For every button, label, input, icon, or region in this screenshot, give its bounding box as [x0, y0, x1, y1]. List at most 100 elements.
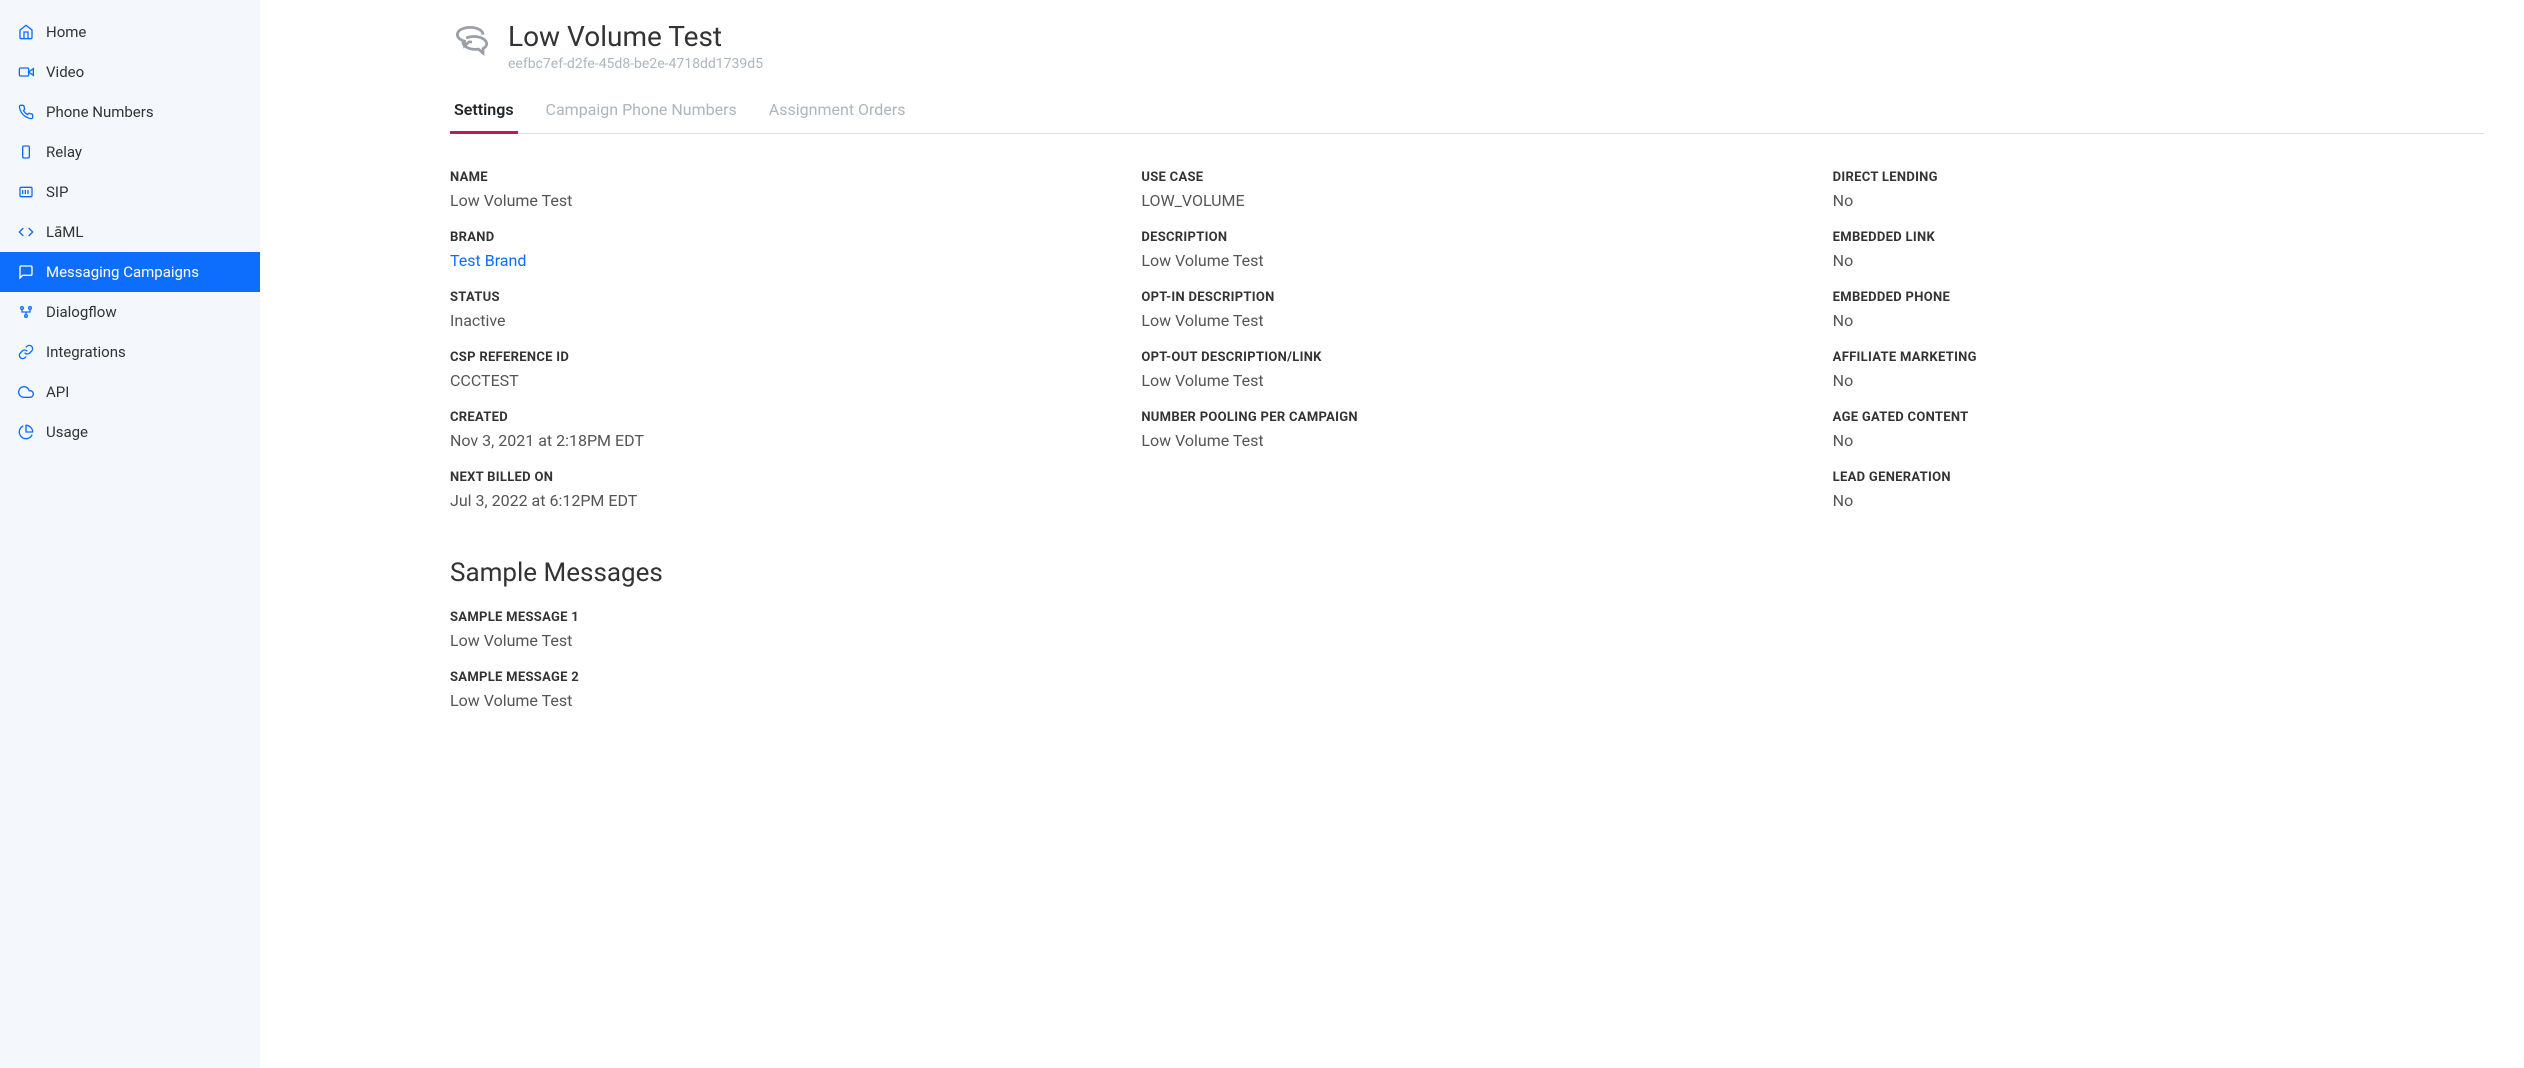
field-label: LEAD GENERATION — [1833, 470, 2484, 485]
field-label: EMBEDDED PHONE — [1833, 290, 2484, 305]
sidebar-item-label: LāML — [46, 223, 83, 241]
field-number-pooling: NUMBER POOLING PER CAMPAIGN Low Volume T… — [1141, 410, 1792, 450]
field-affiliate-marketing: AFFILIATE MARKETING No — [1833, 350, 2484, 390]
field-value: Low Volume Test — [1141, 311, 1792, 330]
field-value: No — [1833, 191, 2484, 210]
field-value: No — [1833, 311, 2484, 330]
sidebar-item-messaging-campaigns[interactable]: Messaging Campaigns — [0, 252, 260, 292]
field-value: Low Volume Test — [1141, 371, 1792, 390]
field-label: NEXT BILLED ON — [450, 470, 1101, 485]
sidebar-item-label: SIP — [46, 183, 68, 201]
field-label: BRAND — [450, 230, 1101, 245]
field-label: OPT-IN DESCRIPTION — [1141, 290, 1792, 305]
details-grid: NAME Low Volume Test BRAND Test Brand ST… — [450, 170, 2484, 530]
field-value: No — [1833, 491, 2484, 510]
field-label: NUMBER POOLING PER CAMPAIGN — [1141, 410, 1792, 425]
field-value: Jul 3, 2022 at 6:12PM EDT — [450, 491, 1101, 510]
dialogflow-icon — [16, 302, 36, 322]
tabs: Settings Campaign Phone Numbers Assignme… — [450, 90, 2484, 134]
sidebar-item-usage[interactable]: Usage — [0, 412, 260, 452]
field-lead-generation: LEAD GENERATION No — [1833, 470, 2484, 510]
field-status: STATUS Inactive — [450, 290, 1101, 330]
message-icon — [16, 262, 36, 282]
field-label: USE CASE — [1141, 170, 1792, 185]
sidebar-item-label: Dialogflow — [46, 303, 117, 321]
field-label: STATUS — [450, 290, 1101, 305]
sidebar-item-label: Video — [46, 63, 84, 81]
field-value: No — [1833, 371, 2484, 390]
field-use-case: USE CASE LOW_VOLUME — [1141, 170, 1792, 210]
field-value: No — [1833, 431, 2484, 450]
sidebar-item-label: Usage — [46, 423, 88, 441]
field-value: Low Volume Test — [450, 691, 2484, 710]
cloud-icon — [16, 382, 36, 402]
field-next-billed-on: NEXT BILLED ON Jul 3, 2022 at 6:12PM EDT — [450, 470, 1101, 510]
page-title: Low Volume Test — [508, 20, 763, 54]
field-brand: BRAND Test Brand — [450, 230, 1101, 270]
sidebar: Home Video Phone Numbers Relay SIP LāML … — [0, 0, 260, 1068]
field-embedded-link: EMBEDDED LINK No — [1833, 230, 2484, 270]
field-age-gated-content: AGE GATED CONTENT No — [1833, 410, 2484, 450]
sidebar-item-sip[interactable]: SIP — [0, 172, 260, 212]
sidebar-item-relay[interactable]: Relay — [0, 132, 260, 172]
page-subtitle: eefbc7ef-d2fe-45d8-be2e-4718dd1739d5 — [508, 56, 763, 72]
field-direct-lending: DIRECT LENDING No — [1833, 170, 2484, 210]
sidebar-item-label: Integrations — [46, 343, 126, 361]
field-csp-reference-id: CSP REFERENCE ID CCCTEST — [450, 350, 1101, 390]
field-value: Low Volume Test — [450, 631, 2484, 650]
field-value: No — [1833, 251, 2484, 270]
field-label: AGE GATED CONTENT — [1833, 410, 2484, 425]
field-label: CREATED — [450, 410, 1101, 425]
field-value: Low Volume Test — [1141, 251, 1792, 270]
field-label: OPT-OUT DESCRIPTION/LINK — [1141, 350, 1792, 365]
sidebar-item-label: API — [46, 383, 69, 401]
sidebar-item-home[interactable]: Home — [0, 12, 260, 52]
sample-messages-list: SAMPLE MESSAGE 1 Low Volume Test SAMPLE … — [450, 610, 2484, 710]
details-col-3: DIRECT LENDING No EMBEDDED LINK No EMBED… — [1833, 170, 2484, 530]
field-label: NAME — [450, 170, 1101, 185]
field-value: Nov 3, 2021 at 2:18PM EDT — [450, 431, 1101, 450]
sidebar-item-laml[interactable]: LāML — [0, 212, 260, 252]
field-label: CSP REFERENCE ID — [450, 350, 1101, 365]
field-label: EMBEDDED LINK — [1833, 230, 2484, 245]
field-opt-in-description: OPT-IN DESCRIPTION Low Volume Test — [1141, 290, 1792, 330]
sip-icon — [16, 182, 36, 202]
chart-icon — [16, 422, 36, 442]
field-label: DIRECT LENDING — [1833, 170, 2484, 185]
brand-link[interactable]: Test Brand — [450, 251, 1101, 270]
sidebar-item-phone-numbers[interactable]: Phone Numbers — [0, 92, 260, 132]
sample-message-2: SAMPLE MESSAGE 2 Low Volume Test — [450, 670, 2484, 710]
sidebar-item-integrations[interactable]: Integrations — [0, 332, 260, 372]
sample-message-1: SAMPLE MESSAGE 1 Low Volume Test — [450, 610, 2484, 650]
field-description: DESCRIPTION Low Volume Test — [1141, 230, 1792, 270]
sidebar-item-api[interactable]: API — [0, 372, 260, 412]
sidebar-item-video[interactable]: Video — [0, 52, 260, 92]
sidebar-item-label: Messaging Campaigns — [46, 263, 199, 281]
tab-assignment-orders[interactable]: Assignment Orders — [765, 90, 910, 134]
video-icon — [16, 62, 36, 82]
field-value: CCCTEST — [450, 371, 1101, 390]
field-opt-out-description: OPT-OUT DESCRIPTION/LINK Low Volume Test — [1141, 350, 1792, 390]
relay-icon — [16, 142, 36, 162]
phone-icon — [16, 102, 36, 122]
field-label: AFFILIATE MARKETING — [1833, 350, 2484, 365]
field-value: Low Volume Test — [1141, 431, 1792, 450]
field-embedded-phone: EMBEDDED PHONE No — [1833, 290, 2484, 330]
tab-settings[interactable]: Settings — [450, 90, 518, 134]
field-name: NAME Low Volume Test — [450, 170, 1101, 210]
field-value: Low Volume Test — [450, 191, 1101, 210]
sidebar-item-label: Relay — [46, 143, 82, 161]
details-col-1: NAME Low Volume Test BRAND Test Brand ST… — [450, 170, 1101, 530]
field-label: SAMPLE MESSAGE 2 — [450, 670, 2484, 685]
tab-campaign-phone-numbers[interactable]: Campaign Phone Numbers — [542, 90, 741, 134]
field-value: Inactive — [450, 311, 1101, 330]
sidebar-item-label: Home — [46, 23, 86, 41]
link-icon — [16, 342, 36, 362]
details-col-2: USE CASE LOW_VOLUME DESCRIPTION Low Volu… — [1141, 170, 1792, 530]
main-content: Low Volume Test eefbc7ef-d2fe-45d8-be2e-… — [260, 0, 2524, 1068]
code-icon — [16, 222, 36, 242]
field-label: SAMPLE MESSAGE 1 — [450, 610, 2484, 625]
sidebar-item-dialogflow[interactable]: Dialogflow — [0, 292, 260, 332]
page-header: Low Volume Test eefbc7ef-d2fe-45d8-be2e-… — [450, 20, 2484, 72]
field-value: LOW_VOLUME — [1141, 191, 1792, 210]
